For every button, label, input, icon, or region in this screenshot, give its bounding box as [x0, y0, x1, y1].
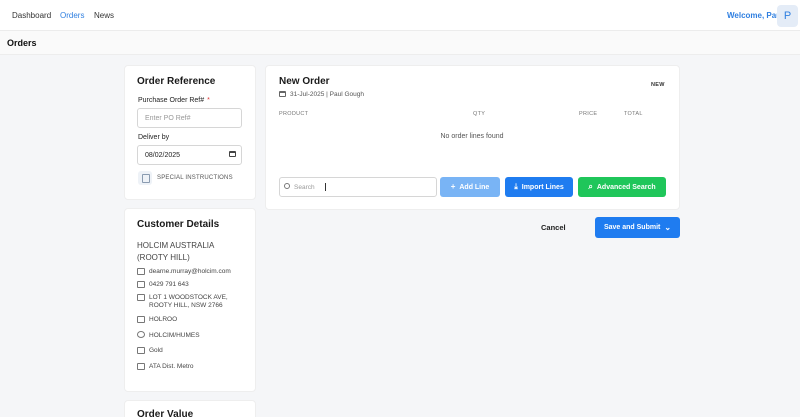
search-icon — [284, 183, 290, 189]
nav-dashboard[interactable]: Dashboard — [12, 11, 51, 20]
chart-icon — [137, 347, 145, 354]
users-icon — [137, 331, 145, 338]
customer-region: ATA Dist. Metro — [149, 363, 194, 370]
search-icon: ⌕ — [588, 182, 593, 191]
calendar-icon[interactable] — [229, 151, 236, 157]
avatar[interactable]: P — [777, 5, 798, 27]
phone-icon — [137, 281, 145, 288]
cancel-button[interactable]: Cancel — [541, 223, 566, 232]
page-header — [0, 31, 800, 55]
import-icon: ⤓ — [514, 182, 518, 191]
po-label: Purchase Order Ref# * — [138, 97, 210, 104]
top-nav: Dashboard Orders News Welcome, Paul P — [0, 0, 800, 31]
nav-orders[interactable]: Orders — [54, 6, 91, 24]
text-cursor — [325, 183, 326, 191]
email-icon — [137, 268, 145, 275]
col-product: PRODUCT — [279, 111, 309, 117]
add-line-button[interactable]: + Add Line — [440, 177, 500, 197]
customer-address: LOT 1 WOODSTOCK AVE, ROOTY HILL, NSW 276… — [149, 294, 228, 309]
customer-code: HOLROO — [149, 316, 178, 323]
welcome-text[interactable]: Welcome, Paul — [727, 11, 783, 20]
order-value-title: Order Value — [137, 409, 194, 417]
customer-details-title: Customer Details — [137, 219, 220, 230]
chevron-down-icon[interactable]: ⌄ — [664, 223, 671, 232]
import-lines-button[interactable]: ⤓ Import Lines — [505, 177, 573, 197]
code-icon — [137, 316, 145, 323]
calendar-icon — [279, 91, 286, 97]
advanced-search-button[interactable]: ⌕ Advanced Search — [578, 177, 666, 197]
new-order-title: New Order — [279, 76, 330, 87]
deliver-by-label: Deliver by — [138, 134, 170, 141]
col-qty: QTY — [473, 111, 486, 117]
customer-phone: 0429 791 643 — [149, 281, 189, 288]
plus-icon: + — [450, 182, 456, 191]
customer-group: HOLCIM/HUMES — [149, 332, 200, 339]
order-reference-title: Order Reference — [137, 76, 216, 87]
special-instructions-label[interactable]: SPECIAL INSTRUCTIONS — [157, 175, 233, 181]
customer-email: dearne.murray@holcim.com — [149, 268, 231, 275]
required-marker: * — [207, 97, 210, 104]
status-badge: NEW — [651, 82, 665, 88]
po-input[interactable]: Enter PO Ref# — [137, 108, 242, 128]
nav-news[interactable]: News — [94, 11, 114, 20]
order-meta: 31-Jul-2025 | Paul Gough — [290, 91, 364, 98]
customer-tier: Gold — [149, 347, 163, 354]
empty-message: No order lines found — [440, 133, 504, 140]
col-total: TOTAL — [624, 111, 643, 117]
search-input[interactable]: Search — [279, 177, 437, 197]
home-icon — [137, 294, 145, 301]
save-and-submit-button[interactable]: Save and Submit ⌄ — [595, 217, 680, 238]
truck-icon — [137, 363, 145, 370]
page-title: Orders — [7, 38, 37, 48]
deliver-date-value: 08/02/2025 — [145, 151, 181, 159]
special-instructions-icon[interactable] — [138, 171, 152, 185]
customer-name: HOLCIM AUSTRALIA (ROOTY HILL) — [137, 241, 214, 262]
col-price: PRICE — [579, 111, 598, 117]
deliver-date-input[interactable]: 08/02/2025 — [137, 145, 242, 165]
